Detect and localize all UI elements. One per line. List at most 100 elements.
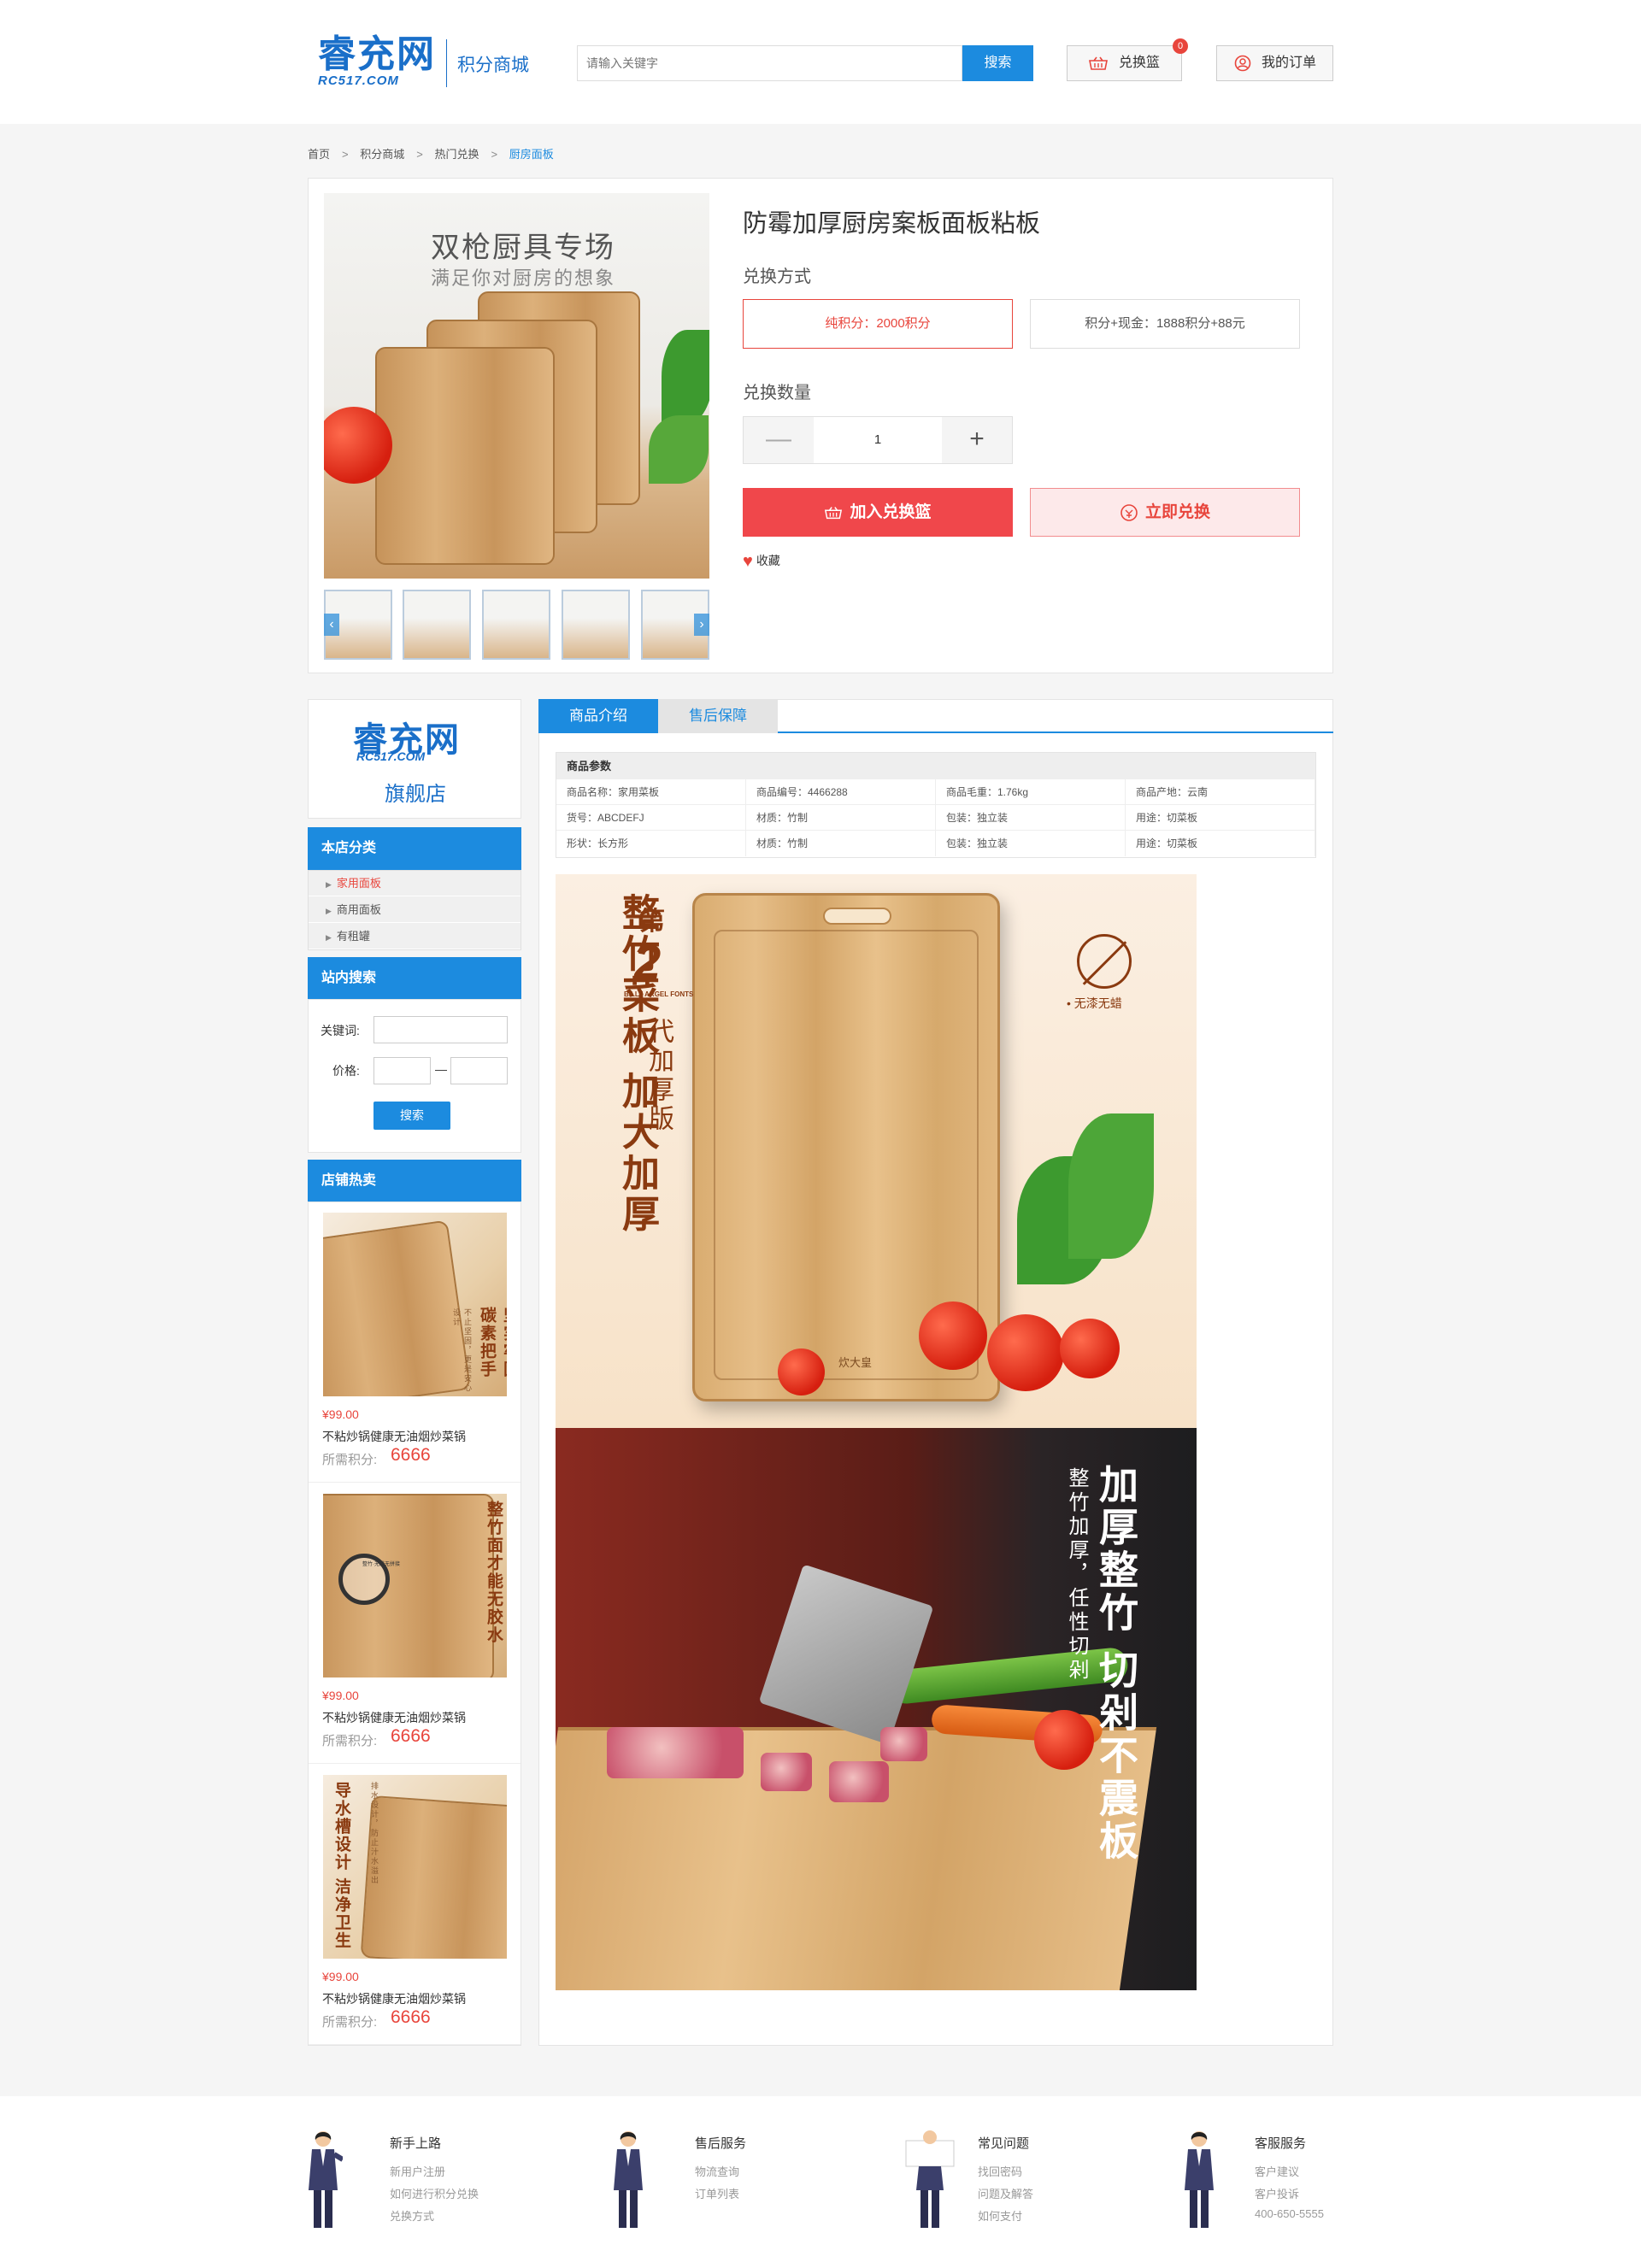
detail-image-number: 2 — [634, 935, 662, 989]
thumbnail[interactable] — [403, 590, 471, 660]
breadcrumb-hot[interactable]: 热门兑换 — [434, 148, 479, 161]
board-image — [375, 347, 555, 565]
no-paint-icon — [1077, 934, 1132, 989]
product-title: 防霉加厚厨房案板面板粘板 — [743, 210, 1041, 238]
search-button[interactable]: 搜索 — [962, 45, 1033, 81]
hot-item-image: 导水槽设计 洁净卫生 排水设计，防止汁水溢出 — [323, 1775, 507, 1959]
param-cell: 材质：竹制 — [746, 805, 936, 831]
hot-item[interactable]: 整竹面才能无胶水 整竹·无胶无拼接 ¥99.00 不粘炒锅健康无油烟炒菜锅 所需… — [309, 1484, 521, 1764]
footer-link[interactable]: 客户投诉 — [1255, 2185, 1299, 2201]
hot-item[interactable]: 坚实牢固 碳素把手 不止坚固，更是安心设计 ¥99.00 不粘炒锅健康无油烟炒菜… — [309, 1202, 521, 1483]
triangle-right-icon: ▶ — [326, 907, 332, 915]
meat-image — [880, 1727, 927, 1761]
site-search-button[interactable]: 搜索 — [373, 1102, 450, 1130]
tomato-image — [919, 1301, 987, 1370]
vegetable-image — [1068, 1113, 1154, 1259]
exchange-now-button[interactable]: 立即兑换 — [1030, 488, 1300, 537]
detail-image-font-credit: BILLY ARGEL FONTS — [624, 990, 694, 998]
keyword-input[interactable] — [373, 1016, 508, 1043]
param-cell: 商品名称：家用菜板 — [556, 779, 746, 805]
tab-product-intro[interactable]: 商品介绍 — [538, 699, 658, 733]
chevron-right-icon: > — [342, 148, 349, 161]
option-points-only[interactable]: 纯积分：2000积分 — [743, 299, 1013, 349]
footer-link[interactable]: 如何支付 — [978, 2207, 1022, 2224]
param-cell: 商品毛重：1.76kg — [936, 779, 1126, 805]
footer-link[interactable]: 如何进行积分兑换 — [390, 2185, 479, 2201]
detail-image-generation: 代加厚版 — [644, 1018, 673, 1134]
category-item-jars[interactable]: ▶ 有租罐 — [309, 924, 521, 949]
product-main-image: 双枪厨具专场 满足你对厨房的想象 — [324, 193, 709, 579]
param-cell: 包装：独立装 — [936, 831, 1126, 856]
footer-link[interactable]: 物流查询 — [695, 2163, 739, 2179]
price-max-input[interactable] — [450, 1057, 508, 1084]
footer-link[interactable]: 找回密码 — [978, 2163, 1022, 2179]
my-orders-button[interactable]: 我的订单 — [1216, 45, 1333, 81]
hot-item-image-text: 整竹面才能无胶水 — [485, 1501, 503, 1644]
footer-phone: 400-650-5555 — [1255, 2207, 1324, 2220]
footer-title: 新手上路 — [390, 2136, 442, 2151]
exchange-method-label: 兑换方式 — [743, 267, 811, 286]
board-image — [360, 1795, 507, 1959]
meat-image — [761, 1753, 812, 1791]
footer-link[interactable]: 订单列表 — [695, 2185, 739, 2201]
site-logo[interactable]: 睿充网 — [318, 34, 436, 75]
category-item-commercial-boards[interactable]: ▶ 商用面板 — [309, 897, 521, 923]
favorite-button[interactable]: ♥ 收藏 — [743, 552, 780, 572]
quantity-label: 兑换数量 — [743, 384, 811, 402]
hot-item-name[interactable]: 不粘炒锅健康无油烟炒菜锅 — [322, 1428, 466, 1445]
image-subtitle: 满足你对厨房的想象 — [431, 267, 616, 289]
logo-divider — [446, 39, 447, 87]
param-cell: 用途：切菜板 — [1126, 805, 1315, 831]
footer-link[interactable]: 兑换方式 — [390, 2207, 434, 2224]
chevron-right-icon[interactable]: › — [694, 614, 709, 636]
param-cell: 形状：长方形 — [556, 831, 746, 856]
increment-button[interactable]: + — [942, 417, 1012, 463]
search-input[interactable] — [586, 46, 928, 80]
price-min-input[interactable] — [373, 1057, 431, 1084]
breadcrumb-mall[interactable]: 积分商城 — [360, 148, 404, 161]
hot-item-image-text: 导水槽设计 洁净卫生 — [332, 1782, 350, 1950]
chevron-left-icon[interactable]: ‹ — [324, 614, 339, 636]
category-item-home-boards[interactable]: ▶ 家用面板 — [309, 871, 521, 896]
params-table: 商品参数 商品名称：家用菜板 商品编号：4466288 商品毛重：1.76kg … — [556, 752, 1316, 858]
site-logo-domain: RC517.COM — [318, 73, 399, 88]
tomato-image — [1034, 1710, 1094, 1770]
store-card[interactable]: 睿充网 RC517.COM 旗舰店 — [308, 699, 521, 819]
hot-item-name[interactable]: 不粘炒锅健康无油烟炒菜锅 — [322, 1709, 466, 1726]
chevron-right-icon: > — [416, 148, 423, 161]
tab-after-sales[interactable]: 售后保障 — [658, 699, 778, 733]
detail-image-headline: 加厚整竹 切剁不震板 — [1094, 1464, 1138, 1863]
price-dash: — — [435, 1062, 447, 1076]
tomato-image — [1060, 1319, 1120, 1378]
decrement-button[interactable]: — — [744, 417, 814, 463]
hot-item-image-text: 坚实牢固 碳素把手 — [478, 1307, 507, 1378]
footer-title: 常见问题 — [978, 2136, 1030, 2151]
hot-item-price: ¥99.00 — [322, 1689, 359, 1702]
board-image — [323, 1219, 472, 1396]
hot-item-points: 6666 — [391, 2007, 431, 2027]
footer-link[interactable]: 客户建议 — [1255, 2163, 1299, 2179]
hot-item-name[interactable]: 不粘炒锅健康无油烟炒菜锅 — [322, 1990, 466, 2007]
exchange-icon — [1120, 504, 1138, 521]
hot-item-image-caption: 整竹·无胶无拼接 — [362, 1562, 400, 1567]
exchange-basket-button[interactable]: 兑换篮 — [1067, 45, 1182, 81]
option-points-cash[interactable]: 积分+现金：1888积分+88元 — [1030, 299, 1300, 349]
guide-person-icon — [905, 2130, 955, 2228]
hot-item[interactable]: 导水槽设计 洁净卫生 排水设计，防止汁水溢出 ¥99.00 不粘炒锅健康无油烟炒… — [309, 1765, 521, 2045]
meat-image — [829, 1761, 889, 1802]
params-title: 商品参数 — [556, 753, 1315, 779]
footer-link[interactable]: 新用户注册 — [390, 2163, 445, 2179]
breadcrumb-home[interactable]: 首页 — [308, 148, 330, 161]
guide-person-icon — [614, 2131, 643, 2228]
store-logo-domain: RC517.COM — [356, 749, 426, 763]
footer-link[interactable]: 问题及解答 — [978, 2185, 1033, 2201]
add-to-basket-button[interactable]: 加入兑换篮 — [743, 488, 1013, 537]
vegetable-image — [662, 330, 709, 424]
triangle-right-icon: ▶ — [326, 933, 332, 942]
quantity-value[interactable]: 1 — [814, 417, 942, 463]
param-cell: 货号：ABCDEFJ — [556, 805, 746, 831]
thumbnail[interactable] — [482, 590, 550, 660]
detail-tabs: 商品介绍 售后保障 — [538, 699, 1333, 733]
detail-image-caption: 整竹加厚，任性切剁 — [1065, 1467, 1088, 1683]
thumbnail[interactable] — [562, 590, 630, 660]
